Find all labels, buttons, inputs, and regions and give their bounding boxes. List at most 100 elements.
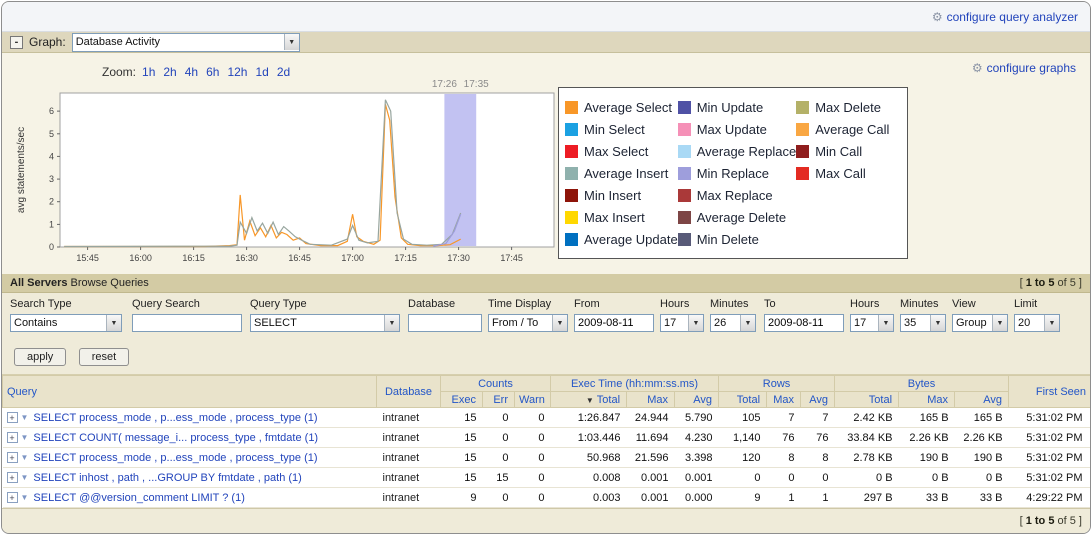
expand-row-button[interactable]: + bbox=[7, 492, 18, 503]
from-hours-select[interactable]: 17▼ bbox=[660, 314, 704, 332]
query-link[interactable]: SELECT inhost , path , ...GROUP BY fmtda… bbox=[33, 472, 301, 484]
query-search-input[interactable] bbox=[132, 314, 242, 332]
query-analyzer-window: ⚙ configure query analyzer - Graph: Data… bbox=[1, 1, 1091, 534]
from-date-input[interactable] bbox=[574, 314, 654, 332]
search-type-select[interactable]: Contains▼ bbox=[10, 314, 122, 332]
legend-column: Max DeleteAverage CallMin CallMax Call bbox=[796, 96, 901, 250]
col-query[interactable]: Query bbox=[3, 376, 377, 408]
time-max-cell: 21.596 bbox=[627, 448, 675, 468]
query-link[interactable]: SELECT COUNT( message_i... process_type … bbox=[33, 432, 318, 444]
svg-text:16:45: 16:45 bbox=[288, 253, 311, 263]
legend-item: Max Update bbox=[678, 118, 797, 140]
col-time-max[interactable]: Max bbox=[627, 392, 675, 408]
database-input[interactable] bbox=[408, 314, 482, 332]
field-from-date: From bbox=[574, 298, 654, 332]
legend-swatch-icon bbox=[565, 101, 578, 114]
query-search-label: Query Search bbox=[132, 298, 242, 310]
row-actions-icon[interactable]: ▼ bbox=[21, 433, 29, 442]
expand-row-button[interactable]: + bbox=[7, 432, 18, 443]
time-total-cell: 50.968 bbox=[551, 448, 627, 468]
from-minutes-select[interactable]: 26▼ bbox=[710, 314, 756, 332]
to-date-input[interactable] bbox=[764, 314, 844, 332]
query-link[interactable]: SELECT process_mode , p...ess_mode , pro… bbox=[33, 452, 317, 464]
legend-item: Max Call bbox=[796, 162, 901, 184]
filter-panel: Search Type Contains▼ Query Search Query… bbox=[2, 293, 1090, 375]
row-actions-icon[interactable]: ▼ bbox=[21, 413, 29, 422]
first-seen-cell: 5:31:02 PM bbox=[1009, 468, 1091, 488]
to-minutes-select[interactable]: 35▼ bbox=[900, 314, 946, 332]
graph-select[interactable]: Database Activity ▼ bbox=[72, 33, 300, 52]
database-cell: intranet bbox=[377, 448, 441, 468]
expand-row-button[interactable]: + bbox=[7, 452, 18, 463]
apply-button[interactable]: apply bbox=[14, 348, 66, 366]
query-link[interactable]: SELECT @@version_comment LIMIT ? (1) bbox=[33, 492, 244, 504]
view-select[interactable]: Group▼ bbox=[952, 314, 1008, 332]
pagination-bottom: [ 1 to 5 of 5 ] bbox=[1020, 515, 1082, 527]
exec-count-cell: 9 bbox=[441, 488, 483, 508]
col-rows-max[interactable]: Max bbox=[767, 392, 801, 408]
rows-avg-cell: 1 bbox=[801, 488, 835, 508]
from-minutes-value: 26 bbox=[714, 317, 726, 329]
row-actions-icon[interactable]: ▼ bbox=[21, 493, 29, 502]
from-hours-label: Hours bbox=[660, 298, 704, 310]
to-hours-select[interactable]: 17▼ bbox=[850, 314, 894, 332]
warn-count-cell: 0 bbox=[515, 468, 551, 488]
query-cell: +▼ SELECT process_mode , p...ess_mode , p… bbox=[3, 448, 377, 468]
col-database[interactable]: Database bbox=[377, 376, 441, 408]
activity-chart[interactable]: 17:2617:35012345615:4516:0016:1516:3016:… bbox=[14, 75, 566, 273]
legend-label: Min Delete bbox=[697, 232, 759, 247]
configure-query-analyzer-link[interactable]: ⚙ configure query analyzer bbox=[932, 10, 1078, 24]
col-exec[interactable]: Exec bbox=[441, 392, 483, 408]
database-cell: intranet bbox=[377, 468, 441, 488]
rows-total-cell: 1,140 bbox=[719, 428, 767, 448]
legend-label: Min Replace bbox=[697, 166, 769, 181]
col-err[interactable]: Err bbox=[483, 392, 515, 408]
first-seen-cell: 5:31:02 PM bbox=[1009, 408, 1091, 428]
time-display-select[interactable]: From / To▼ bbox=[488, 314, 568, 332]
exec-count-cell: 15 bbox=[441, 428, 483, 448]
col-first-seen[interactable]: First Seen bbox=[1009, 376, 1091, 408]
col-time-total[interactable]: ▼Total bbox=[551, 392, 627, 408]
col-bytes-total[interactable]: Total bbox=[835, 392, 899, 408]
expand-row-button[interactable]: + bbox=[7, 412, 18, 423]
col-bytes-max[interactable]: Max bbox=[899, 392, 955, 408]
first-seen-cell: 5:31:02 PM bbox=[1009, 428, 1091, 448]
collapse-graph-button[interactable]: - bbox=[10, 36, 23, 49]
row-actions-icon[interactable]: ▼ bbox=[21, 453, 29, 462]
rows-max-cell: 1 bbox=[767, 488, 801, 508]
col-warn[interactable]: Warn bbox=[515, 392, 551, 408]
time-max-cell: 0.001 bbox=[627, 488, 675, 508]
svg-text:1: 1 bbox=[49, 219, 54, 229]
legend-item: Average Select bbox=[565, 96, 678, 118]
legend-label: Min Select bbox=[584, 122, 645, 137]
col-time-avg[interactable]: Avg bbox=[675, 392, 719, 408]
database-cell: intranet bbox=[377, 428, 441, 448]
bytes-total-cell: 2.78 KB bbox=[835, 448, 899, 468]
first-seen-cell: 4:29:22 PM bbox=[1009, 488, 1091, 508]
gear-icon: ⚙ bbox=[972, 61, 983, 75]
expand-row-button[interactable]: + bbox=[7, 472, 18, 483]
legend-swatch-icon bbox=[565, 123, 578, 136]
limit-select[interactable]: 20▼ bbox=[1014, 314, 1060, 332]
to-hours-label: Hours bbox=[850, 298, 894, 310]
row-actions-icon[interactable]: ▼ bbox=[21, 473, 29, 482]
bytes-avg-cell: 0 B bbox=[955, 468, 1009, 488]
col-rows-total[interactable]: Total bbox=[719, 392, 767, 408]
legend-item: Max Replace bbox=[678, 184, 797, 206]
legend-item: Min Select bbox=[565, 118, 678, 140]
query-type-select[interactable]: SELECT▼ bbox=[250, 314, 400, 332]
query-link[interactable]: SELECT process_mode , p...ess_mode , pro… bbox=[33, 412, 317, 424]
configure-graphs-link[interactable]: ⚙ configure graphs bbox=[972, 61, 1076, 75]
col-bytes-avg[interactable]: Avg bbox=[955, 392, 1009, 408]
query-type-value: SELECT bbox=[254, 317, 297, 329]
legend-swatch-icon bbox=[678, 167, 691, 180]
dropdown-arrow-icon: ▼ bbox=[106, 315, 121, 331]
graph-select-value: Database Activity bbox=[76, 36, 160, 48]
legend-item: Min Call bbox=[796, 140, 901, 162]
col-rows-avg[interactable]: Avg bbox=[801, 392, 835, 408]
bytes-total-cell: 2.42 KB bbox=[835, 408, 899, 428]
legend-label: Average Replace bbox=[697, 144, 797, 159]
legend-item: Average Update bbox=[565, 228, 678, 250]
reset-button[interactable]: reset bbox=[79, 348, 129, 366]
browse-scope: All Servers bbox=[10, 277, 67, 289]
